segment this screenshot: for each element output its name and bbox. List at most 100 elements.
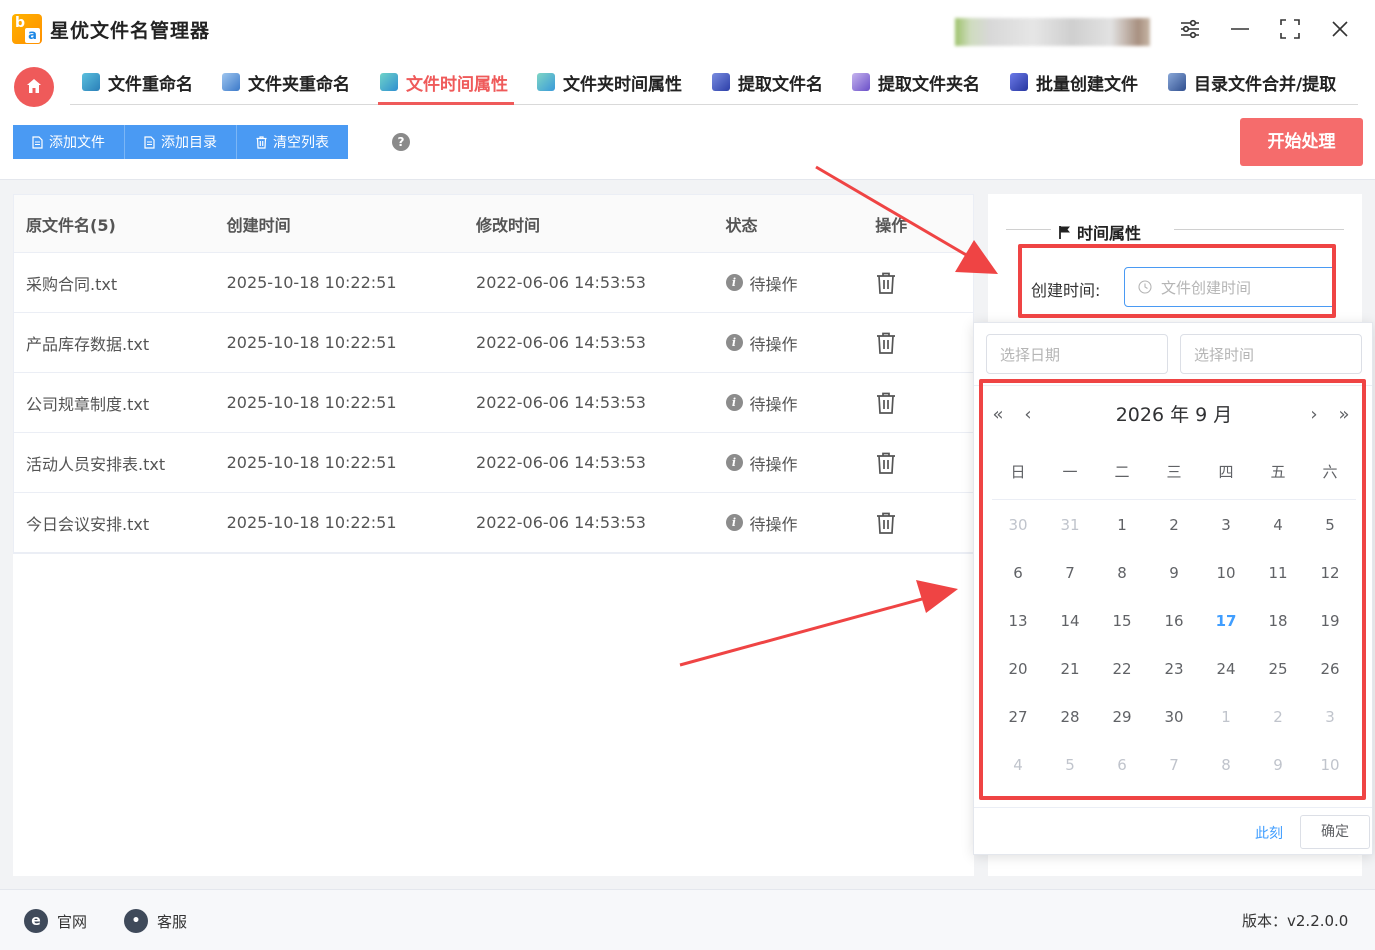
tab-label: 文件时间属性 xyxy=(406,74,508,95)
home-button[interactable] xyxy=(14,67,54,107)
file-table: 原文件名(5) 创建时间 修改时间 状态 操作 采购合同.txt 2025-10-… xyxy=(13,194,974,554)
status-text: 待操作 xyxy=(749,334,798,354)
picker-inputs: 选择日期 选择时间 xyxy=(986,334,1362,374)
settings-icon[interactable] xyxy=(1177,16,1203,42)
date-input[interactable]: 选择日期 xyxy=(986,334,1168,374)
extract-foldername-icon xyxy=(852,73,870,91)
website-label: 官网 xyxy=(57,912,88,931)
batch-create-icon xyxy=(1010,73,1028,91)
tab-extract-filename[interactable]: 提取文件名 xyxy=(712,68,823,96)
header-status: 状态 xyxy=(725,215,758,235)
tab-batch-create[interactable]: 批量创建文件 xyxy=(1010,68,1138,96)
cell-action xyxy=(862,511,973,535)
status-text: 待操作 xyxy=(749,394,798,414)
document-icon xyxy=(144,135,155,149)
logo-letter-b: b xyxy=(15,15,26,31)
cell-created: 2025-10-18 10:22:51 xyxy=(226,273,397,292)
file-table-panel: 原文件名(5) 创建时间 修改时间 状态 操作 采购合同.txt 2025-10-… xyxy=(13,194,974,876)
cell-status: i 待操作 xyxy=(713,331,863,355)
tab-label: 文件重命名 xyxy=(108,74,193,95)
add-directory-button[interactable]: 添加目录 xyxy=(125,125,237,159)
time-input[interactable]: 选择时间 xyxy=(1180,334,1362,374)
tab-folder-rename[interactable]: 文件夹重命名 xyxy=(222,68,350,96)
cell-action xyxy=(862,451,973,475)
cell-modified: 2022-06-06 14:53:53 xyxy=(476,513,646,532)
cell-created: 2025-10-18 10:22:51 xyxy=(226,393,397,412)
section-title-text: 时间属性 xyxy=(1077,224,1142,243)
file-time-icon xyxy=(380,73,398,91)
cell-status: i 待操作 xyxy=(713,451,863,475)
cell-modified: 2022-06-06 14:53:53 xyxy=(476,273,646,292)
table-row[interactable]: 采购合同.txt 2025-10-18 10:22:51 2022-06-06 14… xyxy=(14,253,973,313)
info-icon: i xyxy=(725,274,743,291)
start-processing-button[interactable]: 开始处理 xyxy=(1240,118,1363,166)
extract-filename-icon xyxy=(712,73,730,91)
cell-created: 2025-10-18 10:22:51 xyxy=(226,513,397,532)
user-account-blurred[interactable] xyxy=(955,18,1150,46)
tab-file-rename[interactable]: 文件重命名 xyxy=(82,68,193,96)
now-link[interactable]: 此刻 xyxy=(1255,823,1283,843)
support-label: 客服 xyxy=(157,912,188,931)
delete-icon[interactable] xyxy=(875,511,897,535)
add-directory-label: 添加目录 xyxy=(161,135,217,151)
info-icon: i xyxy=(725,514,743,531)
clear-list-button[interactable]: 清空列表 xyxy=(237,125,348,159)
delete-icon[interactable] xyxy=(875,271,897,295)
tab-label: 目录文件合并/提取 xyxy=(1194,74,1337,95)
tab-label: 批量创建文件 xyxy=(1036,74,1138,95)
tab-file-time[interactable]: 文件时间属性 xyxy=(380,68,508,96)
table-row[interactable]: 今日会议安排.txt 2025-10-18 10:22:51 2022-06-06 … xyxy=(14,493,973,553)
title-bar: b a 星优文件名管理器 xyxy=(0,0,1375,58)
folder-rename-icon xyxy=(222,73,240,91)
table-header: 原文件名(5) 创建时间 修改时间 状态 操作 xyxy=(14,195,973,253)
tab-divider xyxy=(70,104,1358,105)
cell-status: i 待操作 xyxy=(713,511,863,535)
delete-icon[interactable] xyxy=(875,451,897,475)
document-icon xyxy=(32,135,43,149)
close-icon[interactable] xyxy=(1327,16,1353,42)
app-logo-icon: b a xyxy=(12,14,42,44)
annotation-box-create-time xyxy=(1018,244,1336,318)
table-row[interactable]: 公司规章制度.txt 2025-10-18 10:22:51 2022-06-06 … xyxy=(14,373,973,433)
logo-letter-a: a xyxy=(25,28,40,43)
header-action: 操作 xyxy=(875,215,908,235)
tab-label: 提取文件夹名 xyxy=(878,74,980,95)
minimize-icon[interactable] xyxy=(1227,16,1253,42)
delete-icon[interactable] xyxy=(875,391,897,415)
version-label: 版本：v2.2.0.0 xyxy=(1242,912,1349,930)
header-created: 创建时间 xyxy=(226,215,291,235)
clear-list-label: 清空列表 xyxy=(273,135,329,151)
cell-modified: 2022-06-06 14:53:53 xyxy=(476,453,646,472)
tab-merge-extract[interactable]: 目录文件合并/提取 xyxy=(1168,68,1336,96)
annotation-box-calendar xyxy=(979,379,1366,800)
table-row[interactable]: 活动人员安排表.txt 2025-10-18 10:22:51 2022-06-06… xyxy=(14,433,973,493)
cell-modified: 2022-06-06 14:53:53 xyxy=(476,393,646,412)
maximize-icon[interactable] xyxy=(1277,16,1303,42)
confirm-button[interactable]: 确定 xyxy=(1300,815,1370,849)
tab-label: 文件夹时间属性 xyxy=(563,74,682,95)
section-title: 时间属性 xyxy=(1058,220,1141,244)
cell-filename: 公司规章制度.txt xyxy=(26,394,150,414)
help-icon[interactable]: ? xyxy=(392,133,410,151)
support-link[interactable]: • 客服 xyxy=(124,909,187,933)
website-link[interactable]: e 官网 xyxy=(24,909,87,933)
add-file-button[interactable]: 添加文件 xyxy=(13,125,125,159)
table-row[interactable]: 产品库存数据.txt 2025-10-18 10:22:51 2022-06-06 … xyxy=(14,313,973,373)
picker-footer: 此刻 确定 xyxy=(974,807,1372,855)
flag-icon xyxy=(1059,225,1070,239)
tab-folder-time[interactable]: 文件夹时间属性 xyxy=(537,68,682,96)
cell-filename: 产品库存数据.txt xyxy=(26,334,150,354)
app-title: 星优文件名管理器 xyxy=(50,20,211,42)
cell-modified: 2022-06-06 14:53:53 xyxy=(476,333,646,352)
delete-icon[interactable] xyxy=(875,331,897,355)
file-actions-group: 添加文件 添加目录 清空列表 xyxy=(13,125,348,159)
cell-filename: 活动人员安排表.txt xyxy=(26,454,166,474)
info-icon: i xyxy=(725,454,743,471)
chat-icon: • xyxy=(124,909,148,933)
info-icon: i xyxy=(725,394,743,411)
cell-action xyxy=(862,391,973,415)
browser-icon: e xyxy=(24,909,48,933)
info-icon: i xyxy=(725,334,743,351)
tab-extract-foldername[interactable]: 提取文件夹名 xyxy=(852,68,980,96)
cell-status: i 待操作 xyxy=(713,391,863,415)
